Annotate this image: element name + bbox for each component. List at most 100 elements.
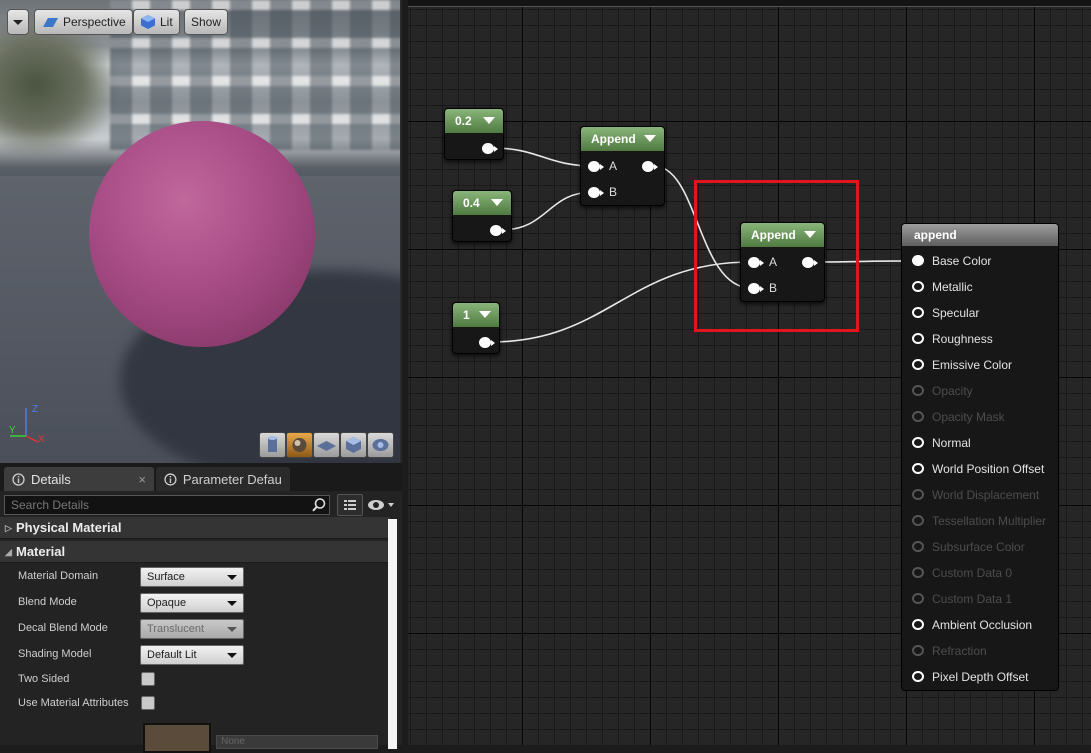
property-material-domain: Material Domain Surface: [0, 564, 388, 590]
parameter-icon: [164, 472, 177, 486]
preview-cube-button[interactable]: [340, 432, 367, 458]
property-label: Material Domain: [18, 570, 99, 582]
axis-x-label: X: [38, 434, 45, 444]
perspective-label: Perspective: [63, 15, 126, 29]
material-input-label: Ambient Occlusion: [932, 618, 1033, 632]
lit-label: Lit: [160, 15, 173, 29]
tab-details[interactable]: Details ×: [4, 467, 154, 491]
expand-arrow-icon: ▷: [5, 523, 12, 533]
dropdown-value: Default Lit: [147, 649, 197, 661]
output-pin[interactable]: [482, 143, 494, 154]
node-header: 0.2: [445, 109, 503, 133]
perspective-button[interactable]: Perspective: [34, 9, 133, 35]
material-input-label: Tessellation Multiplier: [932, 514, 1047, 528]
material-graph[interactable]: 0.2 0.4 1 Append A B Append A B append B…: [408, 0, 1091, 745]
input-pin[interactable]: [912, 359, 924, 370]
material-node-header: append: [902, 224, 1058, 246]
two-sided-checkbox[interactable]: [141, 672, 155, 686]
shading-model-dropdown[interactable]: Default Lit: [140, 645, 244, 665]
pin-arrow-icon: [502, 228, 506, 234]
property-label: Shading Model: [18, 648, 92, 660]
material-input-label: Custom Data 1: [932, 592, 1013, 606]
material-input-label: Metallic: [932, 280, 973, 294]
tab-parameter-defaults[interactable]: Parameter Defaults: [156, 467, 290, 491]
constant-node-0-4[interactable]: 0.4: [452, 190, 512, 242]
material-input-label: Refraction: [932, 644, 987, 658]
decal-blend-mode-dropdown: Translucent: [140, 619, 244, 639]
input-pin-a[interactable]: [588, 161, 600, 172]
material-input-label: Custom Data 0: [932, 566, 1013, 580]
plane-icon: [317, 441, 336, 451]
material-input-label: Roughness: [932, 332, 993, 346]
pin-label-b: B: [609, 185, 618, 199]
blend-mode-dropdown[interactable]: Opaque: [140, 593, 244, 613]
details-panel: Details × Parameter Defaults Search Deta…: [0, 463, 402, 753]
preview-custom-mesh-button[interactable]: [367, 432, 394, 458]
input-pin: [912, 489, 924, 500]
axis-z-label: Z: [32, 404, 38, 415]
output-pin[interactable]: [479, 337, 491, 348]
details-scrollbar[interactable]: [388, 519, 397, 749]
category-material-label: Material: [16, 544, 66, 559]
lit-cube-icon: [141, 15, 155, 29]
tab-parameter-defaults-label: Parameter Defaults: [182, 471, 282, 487]
category-material[interactable]: ◢ Material: [0, 541, 390, 563]
collapse-arrow-icon[interactable]: [479, 311, 491, 318]
input-pin[interactable]: [912, 281, 924, 292]
input-pin-b[interactable]: [588, 187, 600, 198]
cube-icon: [346, 437, 361, 453]
texture-select-dropdown[interactable]: None: [216, 735, 378, 749]
property-use-material-attributes: Use Material Attributes: [0, 691, 388, 717]
close-icon[interactable]: ×: [138, 472, 146, 487]
collapse-arrow-icon[interactable]: [644, 135, 656, 142]
preview-viewport[interactable]: Perspective Lit Show Z Y X: [0, 0, 402, 463]
append-node-1[interactable]: Append A B: [580, 126, 665, 206]
input-pin[interactable]: [912, 437, 924, 448]
constant-node-0-2[interactable]: 0.2: [444, 108, 504, 160]
input-pin[interactable]: [912, 671, 924, 682]
collapse-arrow-icon[interactable]: [483, 117, 495, 124]
category-physical-material[interactable]: ▷ Physical Material: [0, 517, 390, 539]
material-input-label: World Position Offset: [932, 462, 1045, 476]
material-input-label: Specular: [932, 306, 980, 320]
property-label: Blend Mode: [18, 596, 77, 608]
node-title: Append: [591, 132, 636, 146]
material-input-label: World Displacement: [932, 488, 1040, 502]
material-domain-dropdown[interactable]: Surface: [140, 567, 244, 587]
preview-cylinder-button[interactable]: [259, 432, 286, 458]
visibility-dropdown[interactable]: [366, 496, 398, 514]
view-options-button[interactable]: [337, 494, 363, 516]
constant-node-1[interactable]: 1: [452, 302, 500, 354]
search-input[interactable]: Search Details: [4, 495, 330, 515]
material-input-label: Emissive Color: [932, 358, 1013, 372]
dropdown-value: Opaque: [147, 597, 187, 609]
chevron-down-icon: [13, 19, 23, 25]
show-button[interactable]: Show: [184, 9, 229, 35]
material-input-label: Normal: [932, 436, 971, 450]
input-pin[interactable]: [912, 619, 924, 630]
input-pin[interactable]: [912, 333, 924, 344]
preview-plane-button[interactable]: [313, 432, 340, 458]
input-pin[interactable]: [912, 255, 924, 266]
perspective-icon: [43, 18, 58, 27]
viewport-options-button[interactable]: [7, 9, 29, 35]
preview-sphere-button[interactable]: [286, 432, 313, 458]
texture-thumbnail[interactable]: [143, 723, 211, 753]
input-pin[interactable]: [912, 463, 924, 474]
input-pin[interactable]: [912, 307, 924, 318]
collapse-arrow-icon[interactable]: [491, 199, 503, 206]
node-value: 1: [463, 308, 470, 322]
pin-arrow-icon: [494, 146, 498, 152]
search-icon[interactable]: [311, 497, 327, 513]
chevron-down-icon: [227, 575, 237, 580]
property-two-sided: Two Sided: [0, 667, 388, 693]
material-input-label: Base Color: [932, 254, 992, 268]
lit-button[interactable]: Lit: [133, 9, 180, 35]
property-label: Decal Blend Mode: [18, 622, 108, 634]
details-icon: [12, 472, 25, 486]
material-result-node[interactable]: append Base Color Metallic Specular Roughne…: [901, 223, 1059, 691]
use-material-attributes-checkbox[interactable]: [141, 696, 155, 710]
output-pin[interactable]: [642, 161, 654, 172]
output-pin[interactable]: [490, 225, 502, 236]
node-header: 0.4: [453, 191, 511, 215]
